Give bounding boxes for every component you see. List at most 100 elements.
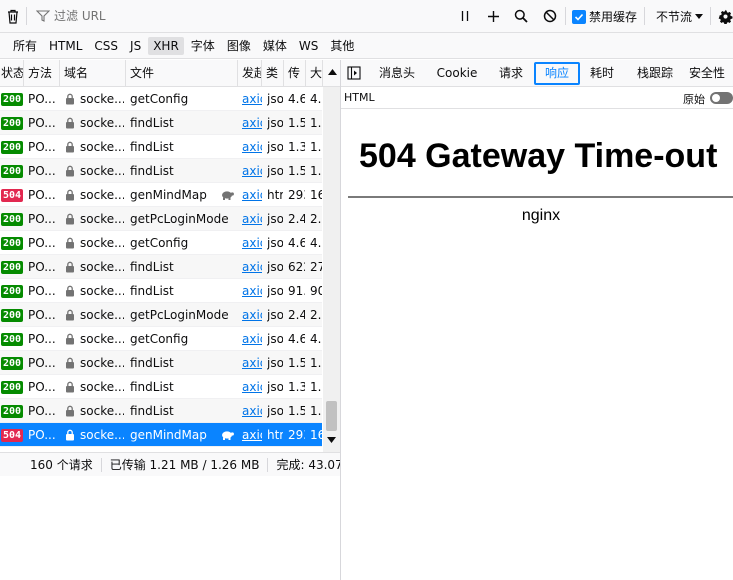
block-icon[interactable] [541,7,559,25]
pause-icon[interactable] [456,7,474,25]
status-badge: 200 [1,117,24,130]
table-row[interactable]: 200 PO... socke... getPcLoginMode axicjso 2.4… [0,207,322,231]
table-row[interactable]: 200 PO... socke... getConfig axicjso 4.6 4.2 [0,87,322,111]
lock-icon [66,285,74,297]
table-row[interactable]: 200 PO... socke... findList axicjso 1.3 1.0 [0,375,322,399]
request-initiator-link[interactable]: axic [242,351,262,375]
request-type: jso [267,332,283,346]
raw-toggle[interactable] [710,92,733,104]
request-method: PO... [28,140,56,154]
request-size: 1.1 [310,164,322,178]
column-header-file[interactable]: 文件 [126,60,238,87]
filter-url-input[interactable] [54,9,434,23]
tab-security[interactable]: 安全性 [689,62,733,85]
request-initiator-link[interactable]: axic [242,111,262,135]
column-header-status[interactable]: 状态 [0,60,24,87]
type-filter-html[interactable]: HTML [44,37,87,55]
table-row[interactable]: 200 PO... socke... findList axicjso 1.5 1.1 [0,111,322,135]
request-file: findList [130,164,174,178]
request-initiator-link[interactable]: axic [242,255,262,279]
tab-cookie[interactable]: Cookie [431,62,483,85]
type-filter-css[interactable]: CSS [89,37,123,55]
tab-timings[interactable]: 耗时 [584,62,620,85]
raw-toggle-label: 原始 [683,93,705,106]
request-type: jso [267,92,283,106]
type-filter-js[interactable]: JS [125,37,146,55]
table-row[interactable]: 200 PO... socke... findList axicjso 1.5 1.1 [0,159,322,183]
request-transferred: 1.3 [288,380,305,394]
request-domain-text: socke... [80,308,124,322]
trash-icon[interactable] [4,7,22,25]
table-row[interactable]: 504 PO... socke... genMindMap axichtr 293 160 [0,183,322,207]
request-size: 1.0 [310,140,322,154]
request-initiator-link[interactable]: axic [242,231,262,255]
column-header-transferred[interactable]: 传 [284,60,306,87]
request-domain: socke... [64,135,124,159]
lock-icon [66,429,74,441]
request-list-scrollbar[interactable] [323,87,340,452]
request-file: getPcLoginMode [130,308,229,322]
column-header-initiator[interactable]: 发起 [238,60,262,87]
tab-stack-trace[interactable]: 栈跟踪 [631,62,679,85]
request-size: 1.0 [310,380,322,394]
scrollbar-thumb[interactable] [326,401,337,431]
tab-request[interactable]: 请求 [491,62,531,85]
request-size: 90. [310,284,322,298]
request-domain-text: socke... [80,380,124,394]
type-filter-other[interactable]: 其他 [325,35,359,56]
request-domain: socke... [64,327,124,351]
request-initiator-link[interactable]: axic [242,423,262,447]
table-row[interactable]: 200 PO... socke... findList axicjso 1.5 1.1 [0,399,322,423]
request-initiator-link[interactable]: axic [242,399,262,423]
request-initiator-link[interactable]: axic [242,87,262,111]
request-type: jso [267,140,283,154]
request-type: jso [267,356,283,370]
request-initiator-link[interactable]: axic [242,135,262,159]
type-filter-all[interactable]: 所有 [8,35,42,56]
column-header-domain[interactable]: 域名 [60,60,126,87]
type-filter-images[interactable]: 图像 [222,35,256,56]
table-row[interactable]: 200 PO... socke... getPcLoginMode axicjso 2.4… [0,303,322,327]
table-row[interactable]: 200 PO... socke... findList axicjso 1.5 1.1 [0,351,322,375]
request-type: jso [267,236,283,250]
type-filter-fonts[interactable]: 字体 [186,35,220,56]
request-method: PO... [28,356,56,370]
lock-icon [66,189,74,201]
request-initiator-link[interactable]: axic [242,375,262,399]
request-initiator-link[interactable]: axic [242,303,262,327]
column-header-size[interactable]: 大 [306,60,323,87]
add-icon[interactable] [484,7,502,25]
search-icon[interactable] [512,7,530,25]
request-initiator-link[interactable]: axic [242,327,262,351]
table-row[interactable]: 504 PO... socke... genMindMap axichtr 293 160 [0,423,322,447]
request-domain-text: socke... [80,140,124,154]
request-domain-text: socke... [80,428,124,442]
status-badge: 200 [1,333,24,346]
request-initiator-link[interactable]: axic [242,279,262,303]
request-initiator-link[interactable]: axic [242,207,262,231]
gear-icon[interactable] [716,7,733,25]
type-filter-media[interactable]: 媒体 [258,35,292,56]
request-file: findList [130,140,174,154]
table-row[interactable]: 200 PO... socke... findList axicjso 1.3 1.0 [0,135,322,159]
scroll-up-icon[interactable] [328,69,337,75]
request-method: PO... [28,116,56,130]
tab-response[interactable]: 响应 [534,62,580,85]
scroll-down-icon[interactable] [327,437,336,443]
type-filter-xhr[interactable]: XHR [148,36,184,55]
request-initiator-link[interactable]: axic [242,183,262,207]
request-transferred: 4.6 [288,236,305,250]
disable-cache-checkbox[interactable]: 禁用缓存 [572,8,637,25]
table-row[interactable]: 200 PO... socke... findList axicjso 91. 90. [0,279,322,303]
column-header-type[interactable]: 类 [262,60,284,87]
type-filter-ws[interactable]: WS [294,37,323,55]
table-row[interactable]: 200 PO... socke... findList axicjso 622 276 [0,255,322,279]
throttle-select[interactable]: 不节流 [656,8,704,25]
slow-request-icon [222,191,234,200]
tab-headers[interactable]: 消息头 [371,62,423,85]
table-row[interactable]: 200 PO... socke... getConfig axicjso 4.6 4.2 [0,327,322,351]
table-row[interactable]: 200 PO... socke... getConfig axicjso 4.6 4.2 [0,231,322,255]
column-header-method[interactable]: 方法 [24,60,60,87]
toggle-sidebar-icon[interactable] [347,66,361,80]
request-initiator-link[interactable]: axic [242,159,262,183]
